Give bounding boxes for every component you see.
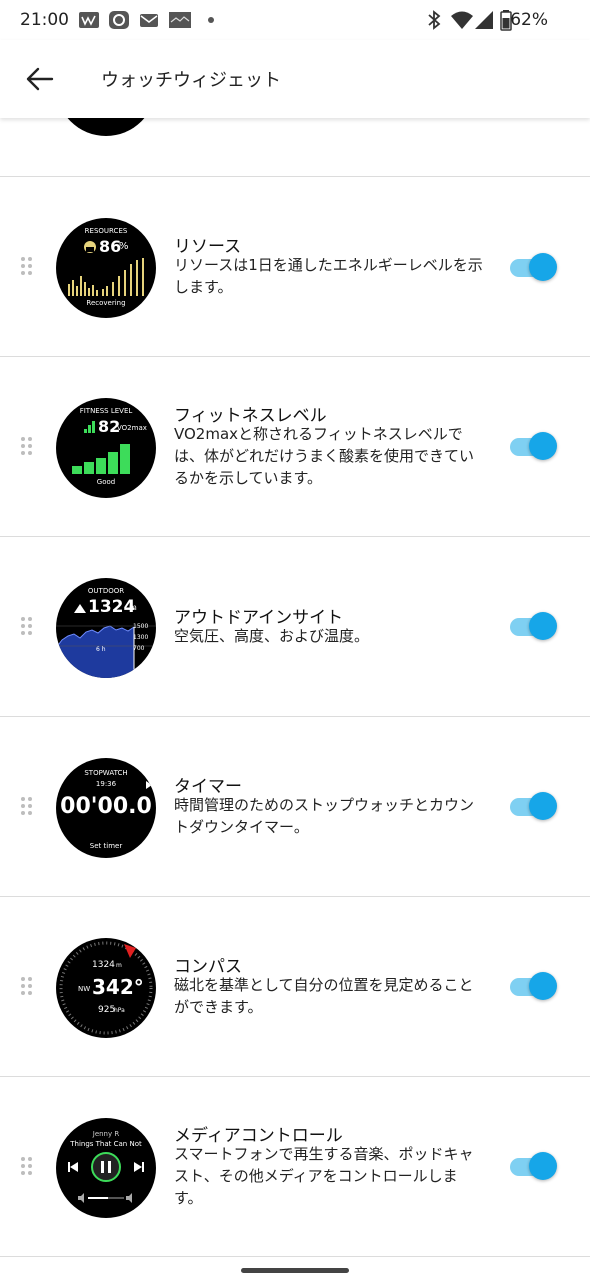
drag-handle-icon[interactable]: [21, 617, 35, 637]
preview-clock: 19:36: [95, 780, 117, 788]
image-icon: [169, 12, 191, 28]
watch-preview-media: Jenny R Things That Can Not: [56, 1118, 156, 1218]
gesture-nav-handle[interactable]: [241, 1268, 349, 1273]
preview-heading: RESOURCES: [84, 227, 128, 235]
axis-label: 1300: [133, 634, 149, 641]
preview-unit: VO2max: [117, 424, 147, 432]
cellular-signal-icon: [475, 11, 493, 29]
widget-toggle-switch[interactable]: [508, 790, 560, 820]
compass-altitude-unit: m: [116, 962, 122, 969]
toggle-knob: [529, 1152, 557, 1180]
preview-artist: Jenny R: [92, 1130, 120, 1138]
status-bar: 21:00 62%: [0, 0, 590, 40]
time-label: 6 h: [96, 646, 106, 653]
resources-gauge-icon: [84, 241, 96, 253]
preview-value: 86: [99, 237, 122, 256]
toggle-knob: [529, 792, 557, 820]
play-indicator-icon: [146, 781, 152, 789]
drag-handle-icon[interactable]: [21, 797, 35, 817]
drag-handle-icon[interactable]: [21, 1157, 35, 1177]
fitness-bar-chart: [72, 444, 130, 474]
preview-status: Recovering: [86, 299, 126, 307]
page-title: ウォッチウィジェット: [101, 70, 281, 91]
drag-handle-icon[interactable]: [21, 977, 35, 997]
app-notification-icon: [79, 12, 99, 28]
pause-button-icon: [91, 1152, 121, 1182]
widget-row-resources: RESOURCES 86 % Recovering リソース リソースは1日を通…: [0, 177, 590, 357]
preview-heading: STOPWATCH: [84, 769, 128, 777]
toggle-knob: [529, 972, 557, 1000]
widget-description: 磁北を基準として自分の位置を見定めることができます。: [174, 976, 474, 1016]
volume-bar: [78, 1193, 132, 1203]
widget-row-compass: 1324 m NW 342° 925 hPa コンパス 磁北を基準として自分の位…: [0, 897, 590, 1077]
watch-preview-outdoor: OUTDOOR 1324 m 1500 1300 700 6 h: [56, 578, 156, 678]
widget-description: 時間管理のためのストップウォッチとカウントダウンタイマー。: [174, 796, 475, 836]
bluetooth-icon: [428, 10, 441, 30]
watch-preview-resources: RESOURCES 86 % Recovering: [56, 218, 156, 318]
widget-toggle-switch[interactable]: [508, 251, 560, 281]
widget-toggle-switch[interactable]: [508, 1150, 560, 1180]
resources-bar-chart: [68, 258, 144, 296]
widget-toggle-switch[interactable]: [508, 970, 560, 1000]
widget-description: 空気圧、高度、および温度。: [174, 627, 370, 645]
compass-pressure: 925: [98, 1005, 116, 1015]
preview-footer: Set timer: [89, 842, 123, 850]
preview-track: Things That Can Not: [70, 1140, 142, 1148]
signal-bars-icon: [84, 421, 95, 433]
wifi-icon: [451, 11, 473, 29]
preview-value: 00'00.0: [60, 794, 152, 819]
back-arrow-icon[interactable]: [24, 65, 54, 93]
widget-row-media-control: Jenny R Things That Can Not メディアコントロール ス…: [0, 1077, 590, 1257]
widget-list: RESOURCES 86 % Recovering リソース リソースは1日を通…: [0, 118, 590, 1280]
assistant-icon: [109, 11, 129, 29]
watch-preview-compass: 1324 m NW 342° 925 hPa: [56, 938, 156, 1038]
compass-altitude: 1324: [92, 960, 115, 970]
drag-handle-icon[interactable]: [21, 437, 35, 457]
mountain-icon: [74, 604, 86, 613]
compass-direction: NW: [78, 985, 91, 993]
compass-heading: 342°: [92, 975, 144, 999]
preview-heading: FITNESS LEVEL: [79, 407, 133, 415]
partial-watch-preview: [56, 118, 156, 136]
watch-preview-fitness: FITNESS LEVEL 82 VO2max Good: [56, 398, 156, 498]
preview-heading: OUTDOOR: [87, 587, 125, 595]
toggle-knob: [529, 432, 557, 460]
widget-description: リソースは1日を通したエネルギーレベルを示します。: [174, 256, 483, 296]
app-bar: ウォッチウィジェット: [0, 40, 590, 118]
drag-handle-icon[interactable]: [21, 257, 35, 277]
preview-unit: %: [119, 241, 129, 252]
preview-unit: m: [129, 603, 137, 612]
axis-label: 1500: [133, 623, 149, 630]
widget-row-timer: STOPWATCH 19:36 00'00.0 Set timer タイマー 時…: [0, 717, 590, 897]
widget-description: スマートフォンで再生する音楽、ポッドキャスト、その他メディアをコントロールします…: [174, 1145, 474, 1207]
previous-track-icon: [68, 1162, 78, 1172]
status-time: 21:00: [20, 10, 69, 30]
widget-toggle-switch[interactable]: [508, 610, 560, 640]
compass-pressure-unit: hPa: [114, 1007, 125, 1014]
widget-description: VO2maxと称されるフィットネスレベルでは、体がどれだけうまく酸素を使用できて…: [174, 425, 475, 487]
dot-icon: [208, 17, 214, 23]
battery-percent: 62%: [510, 10, 548, 30]
axis-label: 700: [133, 645, 145, 652]
widget-row-outdoor-insight: OUTDOOR 1324 m 1500 1300 700 6 h アウトドアイン…: [0, 537, 590, 717]
divider: [0, 1256, 590, 1257]
toggle-knob: [529, 253, 557, 281]
watch-preview-stopwatch: STOPWATCH 19:36 00'00.0 Set timer: [56, 758, 156, 858]
preview-status: Good: [96, 478, 116, 486]
widget-row-fitness-level: FITNESS LEVEL 82 VO2max Good フィットネスレベル V…: [0, 357, 590, 537]
next-track-icon: [134, 1162, 144, 1172]
mail-icon: [140, 14, 158, 27]
toggle-knob: [529, 612, 557, 640]
widget-toggle-switch[interactable]: [508, 430, 560, 460]
